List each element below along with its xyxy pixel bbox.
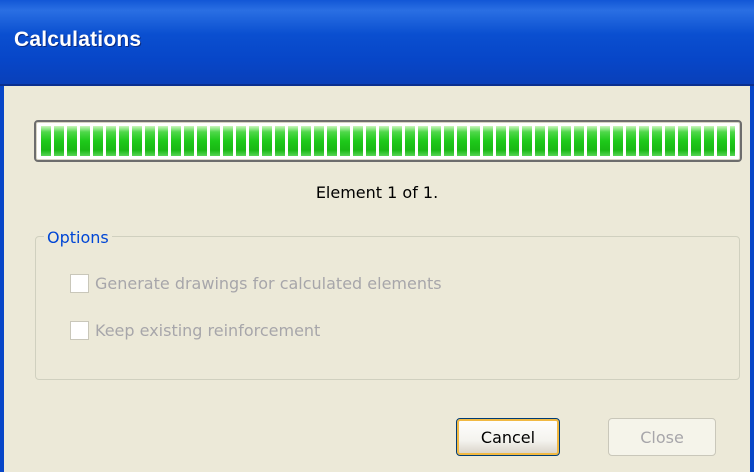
close-button[interactable]: Close — [608, 418, 716, 456]
keep-reinforcement-checkbox[interactable] — [70, 321, 89, 340]
keep-reinforcement-label: Keep existing reinforcement — [95, 321, 321, 340]
window-frame-right — [750, 86, 754, 472]
keep-reinforcement-option[interactable]: Keep existing reinforcement — [70, 321, 320, 340]
cancel-button[interactable]: Cancel — [456, 418, 560, 456]
generate-drawings-option[interactable]: Generate drawings for calculated element… — [70, 274, 442, 293]
generate-drawings-checkbox[interactable] — [70, 274, 89, 293]
generate-drawings-label: Generate drawings for calculated element… — [95, 274, 442, 293]
window-frame-left — [0, 86, 4, 472]
progress-bar — [34, 120, 742, 162]
progress-bar-fill — [41, 126, 735, 156]
options-group-label: Options — [44, 228, 112, 247]
progress-status-text: Element 1 of 1. — [315, 183, 439, 202]
options-group — [35, 236, 740, 380]
title-bar[interactable]: Calculations — [0, 0, 754, 86]
window-title: Calculations — [14, 28, 142, 51]
